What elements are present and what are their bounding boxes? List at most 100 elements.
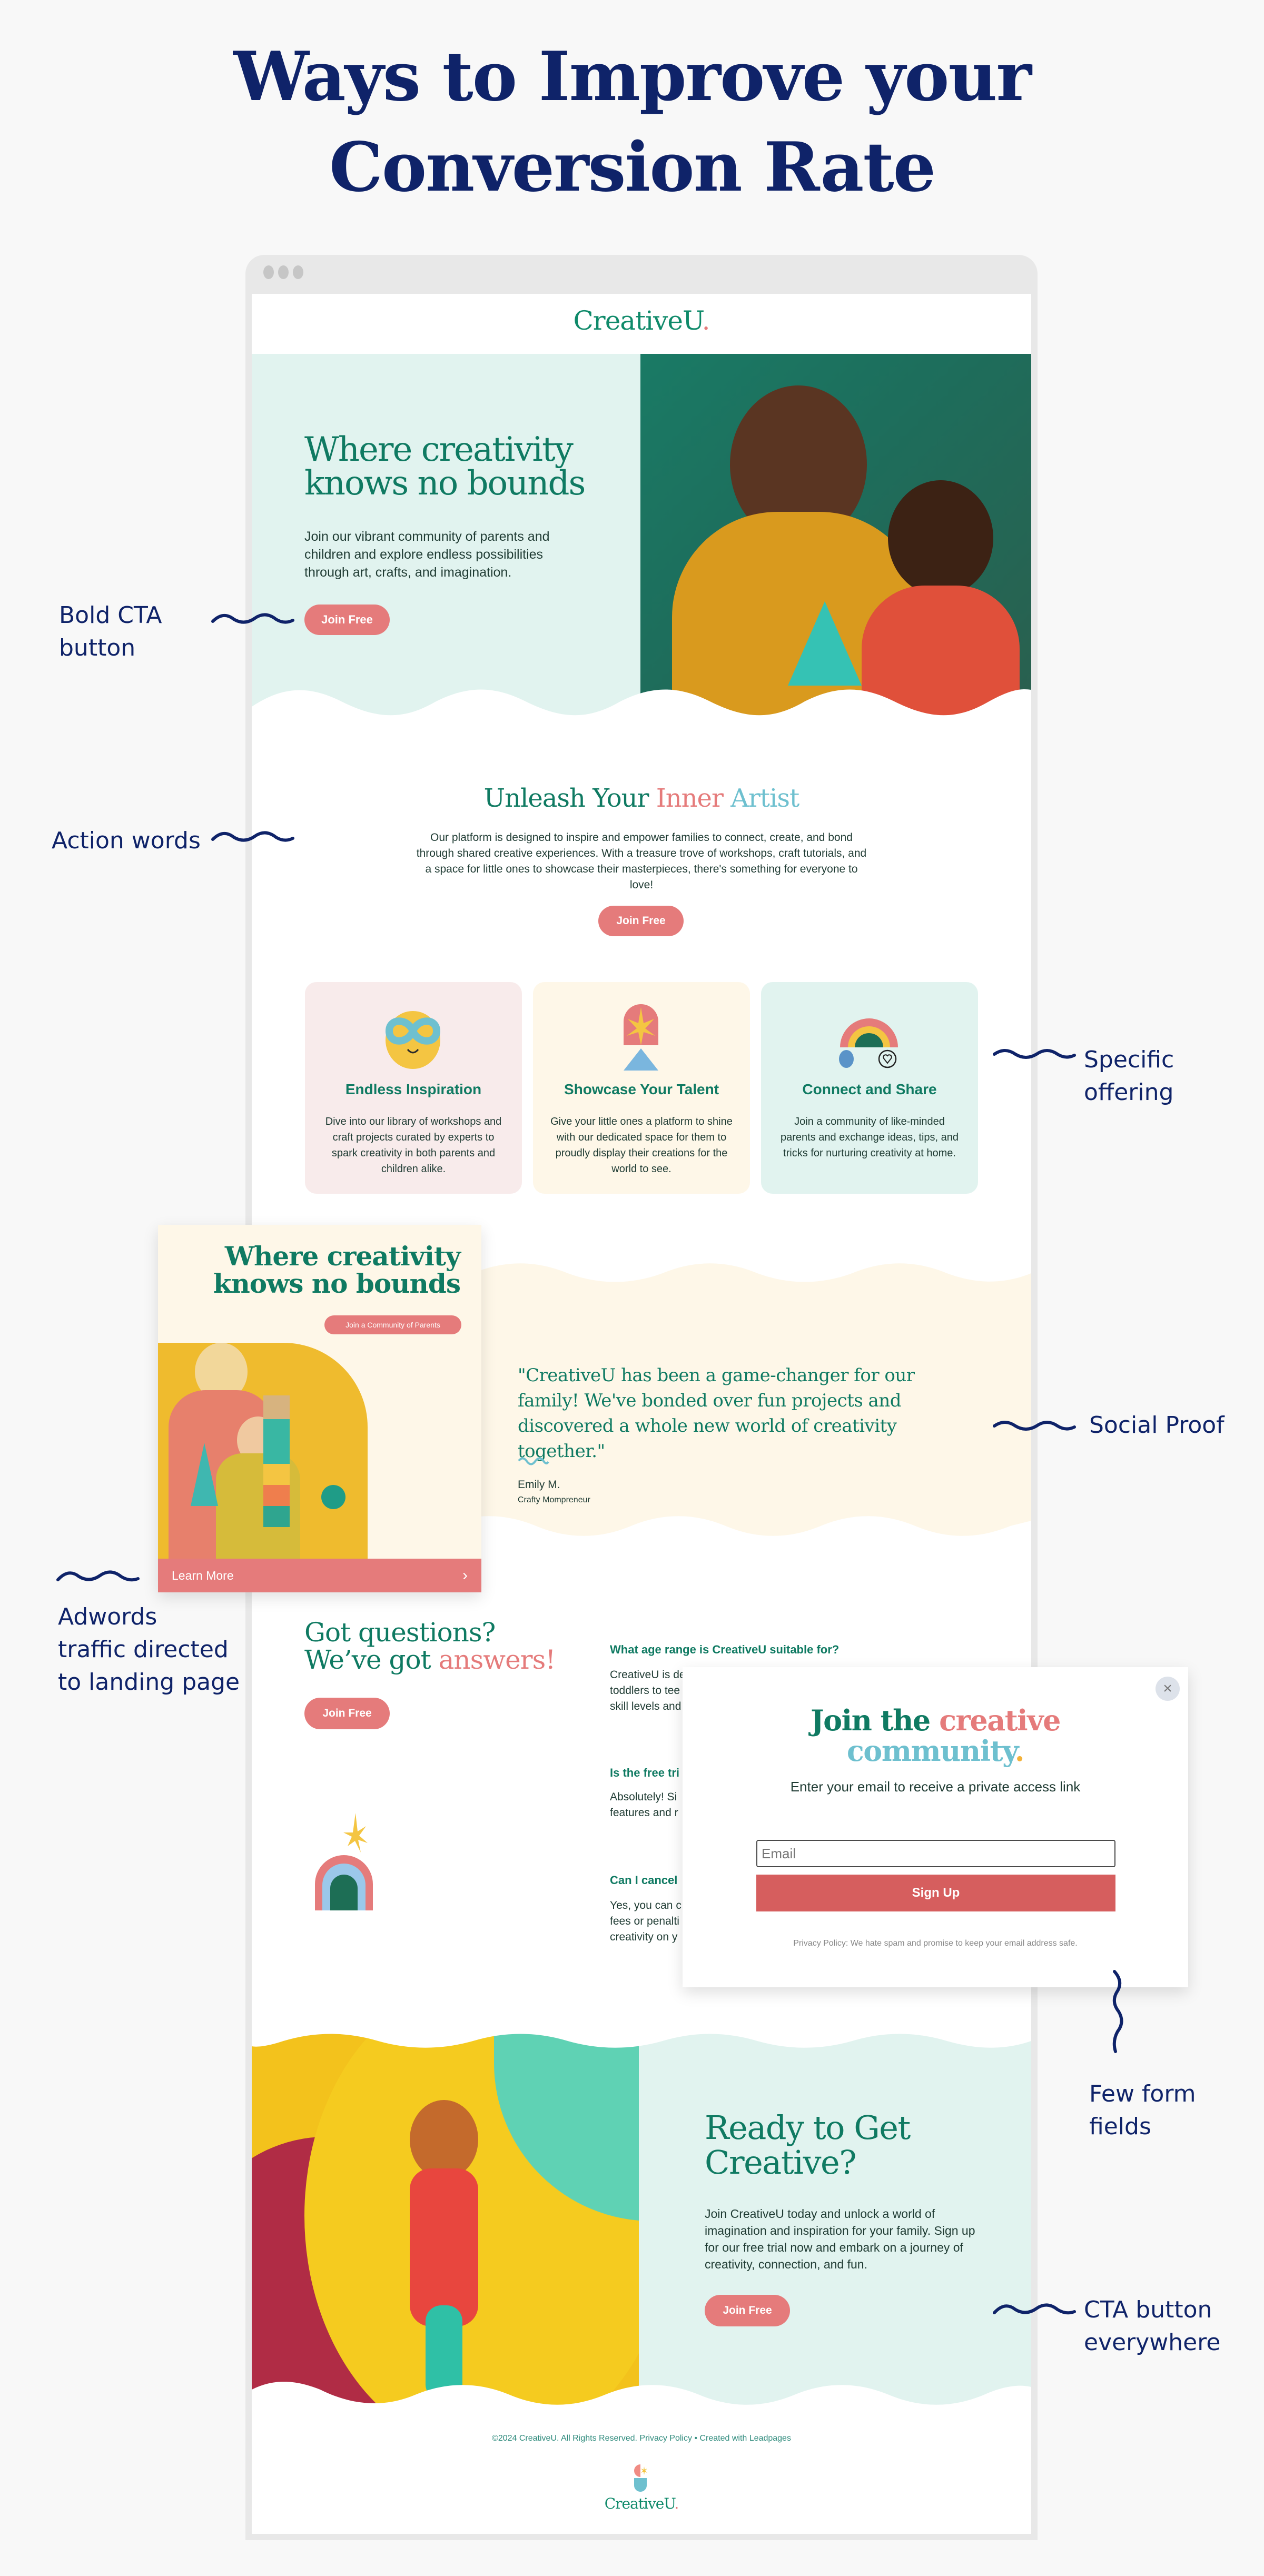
ad-learn-more-label: Learn More bbox=[172, 1568, 234, 1582]
squiggle-accent-icon bbox=[518, 1457, 549, 1465]
popup-title: Join the creative community. bbox=[683, 1705, 1188, 1766]
faq-title-line1: Got questions? bbox=[304, 1617, 496, 1648]
window-dot-icon bbox=[263, 265, 274, 279]
faq-answer-line: toddlers to tee bbox=[610, 1685, 680, 1697]
hero-join-free-button[interactable]: Join Free bbox=[304, 605, 390, 635]
rainbow-arch-star-icon bbox=[315, 1813, 373, 1910]
chevron-right-icon: › bbox=[462, 1567, 468, 1584]
annotation-cta-everywhere: CTA button everywhere bbox=[1084, 2294, 1220, 2359]
annotation-line: CTA button bbox=[1084, 2296, 1212, 2323]
squiggle-connector-icon bbox=[993, 2303, 1076, 2315]
feature-title: Showcase Your Talent bbox=[564, 1081, 719, 1097]
logo-dot: . bbox=[702, 305, 710, 336]
faq-question[interactable]: Is the free tri bbox=[610, 1766, 684, 1780]
logo-text: CreativeU bbox=[573, 305, 703, 336]
final-cta-wave-bottom bbox=[252, 2382, 1031, 2411]
window-dot-icon bbox=[278, 265, 289, 279]
popup-close-button[interactable]: × bbox=[1156, 1677, 1180, 1701]
testimonial-quote: "CreativeU has been a game-changer for o… bbox=[518, 1365, 915, 1462]
faq-question[interactable]: What age range is CreativeU suitable for… bbox=[610, 1643, 839, 1657]
squiggle-connector-icon bbox=[211, 613, 294, 624]
faq-join-free-button[interactable]: Join Free bbox=[304, 1698, 390, 1729]
annotation-bold-cta: Bold CTA button bbox=[59, 599, 162, 665]
sign-up-button[interactable]: Sign Up bbox=[756, 1875, 1115, 1911]
popup-subtitle: Enter your email to receive a private ac… bbox=[790, 1779, 1081, 1795]
annotation-line: to landing page bbox=[58, 1669, 240, 1696]
annotation-line: Action words bbox=[52, 827, 201, 854]
annotation-line: button bbox=[59, 635, 136, 661]
squiggle-connector-icon bbox=[993, 1421, 1076, 1431]
annotation-line: traffic directed bbox=[58, 1636, 229, 1663]
feature-body: Join a community of like-minded parents … bbox=[780, 1116, 959, 1159]
faq-answer-line: creativity on y bbox=[610, 1931, 678, 1943]
faq-answer: CreativeU is de toddlers to tee skill le… bbox=[610, 1667, 689, 1715]
hero-photo bbox=[640, 354, 1031, 722]
photo-block-cone bbox=[191, 1443, 218, 1506]
final-cta-title-line2: Creative? bbox=[705, 2143, 856, 2182]
faq-title-line2b: answers! bbox=[438, 1644, 556, 1675]
photo-child-head bbox=[410, 2100, 478, 2179]
email-input[interactable] bbox=[756, 1840, 1115, 1867]
annotation-action-words: Action words bbox=[52, 825, 201, 857]
ad-photo bbox=[158, 1343, 368, 1559]
hero-wave-divider bbox=[252, 689, 1031, 728]
site-logo[interactable]: CreativeU. bbox=[252, 305, 1031, 336]
faq-answer-line: Yes, you can c bbox=[610, 1899, 682, 1911]
squiggle-connector-icon bbox=[211, 831, 294, 842]
footer-logo[interactable]: CreativeU. bbox=[252, 2495, 1031, 2512]
final-cta-title-line1: Ready to Get bbox=[705, 2108, 911, 2147]
photo-block-tower bbox=[263, 1395, 290, 1527]
popup-privacy-note: Privacy Policy: We hate spam and promise… bbox=[793, 1939, 1078, 1948]
hero-title-line1: Where creativity bbox=[304, 430, 574, 469]
faq-title-line2a: We’ve got bbox=[304, 1644, 439, 1675]
close-icon: × bbox=[1163, 1680, 1172, 1697]
final-cta-wave-top bbox=[252, 2032, 1031, 2048]
popup-title-part2: creative bbox=[939, 1703, 1061, 1737]
annotation-line: Bold CTA bbox=[59, 602, 162, 629]
footer-leadpages-link[interactable]: Created with Leadpages bbox=[700, 2434, 791, 2443]
faq-question[interactable]: Can I cancel bbox=[610, 1874, 684, 1887]
footer-logo-dot: . bbox=[674, 2495, 679, 2512]
feature-title: Endless Inspiration bbox=[345, 1081, 482, 1097]
ad-title-line1: Where creativity bbox=[224, 1241, 461, 1272]
squiggle-connector-icon bbox=[56, 1570, 140, 1582]
infographic-title-line2: Conversion Rate bbox=[329, 128, 936, 207]
footer-logo-text: CreativeU bbox=[604, 2495, 675, 2512]
intro-title-part1: Unleash Your bbox=[483, 784, 656, 813]
final-cta-join-free-button[interactable]: Join Free bbox=[705, 2295, 790, 2326]
annotation-line: fields bbox=[1089, 2113, 1151, 2140]
ad-learn-more-button[interactable]: Learn More › bbox=[158, 1559, 481, 1592]
feature-card: Connect and Share Join a community of li… bbox=[761, 982, 978, 1194]
photo-craft bbox=[788, 601, 862, 686]
final-cta-body: Join CreativeU today and unlock a world … bbox=[705, 2207, 975, 2271]
squiggle-connector-vertical-icon bbox=[1112, 1970, 1123, 2053]
feature-card: Showcase Your Talent Give your little on… bbox=[533, 982, 750, 1194]
faq-answer: Yes, you can c fees or penalti creativit… bbox=[610, 1898, 689, 1945]
annotation-specific-offering: Specific offering bbox=[1084, 1044, 1174, 1109]
intro-title: Unleash Your Inner Artist bbox=[252, 784, 1031, 813]
annotation-social-proof: Social Proof bbox=[1089, 1409, 1224, 1442]
ad-community-pill-button[interactable]: Join a Community of Parents bbox=[324, 1315, 461, 1334]
ad-title-line2: knows no bounds bbox=[213, 1268, 461, 1299]
footer-privacy-link[interactable]: Privacy Policy bbox=[639, 2434, 692, 2443]
testimonial-role: Crafty Mompreneur bbox=[518, 1495, 590, 1504]
feature-body: Give your little ones a platform to shin… bbox=[550, 1116, 733, 1175]
infographic-title: Ways to Improve your Conversion Rate bbox=[0, 32, 1264, 213]
annotation-line: Specific bbox=[1084, 1046, 1174, 1073]
feature-body: Dive into our library of workshops and c… bbox=[325, 1116, 502, 1175]
annotation-line: Social Proof bbox=[1089, 1412, 1224, 1439]
faq-answer-line: Absolutely! Si bbox=[610, 1791, 677, 1803]
annotation-line: Few form bbox=[1089, 2080, 1196, 2107]
annotation-line: everywhere bbox=[1084, 2329, 1221, 2356]
final-cta-title: Ready to Get Creative? bbox=[705, 2111, 979, 2180]
intro-title-part3: Artist bbox=[730, 784, 799, 813]
annotation-line: offering bbox=[1084, 1079, 1174, 1106]
star-arch-icon bbox=[624, 1004, 658, 1071]
faq-title: Got questions? We’ve got answers! bbox=[304, 1619, 557, 1673]
footer-logo-mark-icon bbox=[634, 2464, 647, 2492]
feature-title: Connect and Share bbox=[802, 1081, 937, 1097]
ad-title: Where creativity knows no bounds bbox=[213, 1241, 461, 1299]
intro-join-free-button[interactable]: Join Free bbox=[598, 906, 684, 936]
hero-title: Where creativity knows no bounds bbox=[304, 433, 620, 500]
signup-popup: × Join the creative community. Enter you… bbox=[683, 1667, 1188, 1987]
